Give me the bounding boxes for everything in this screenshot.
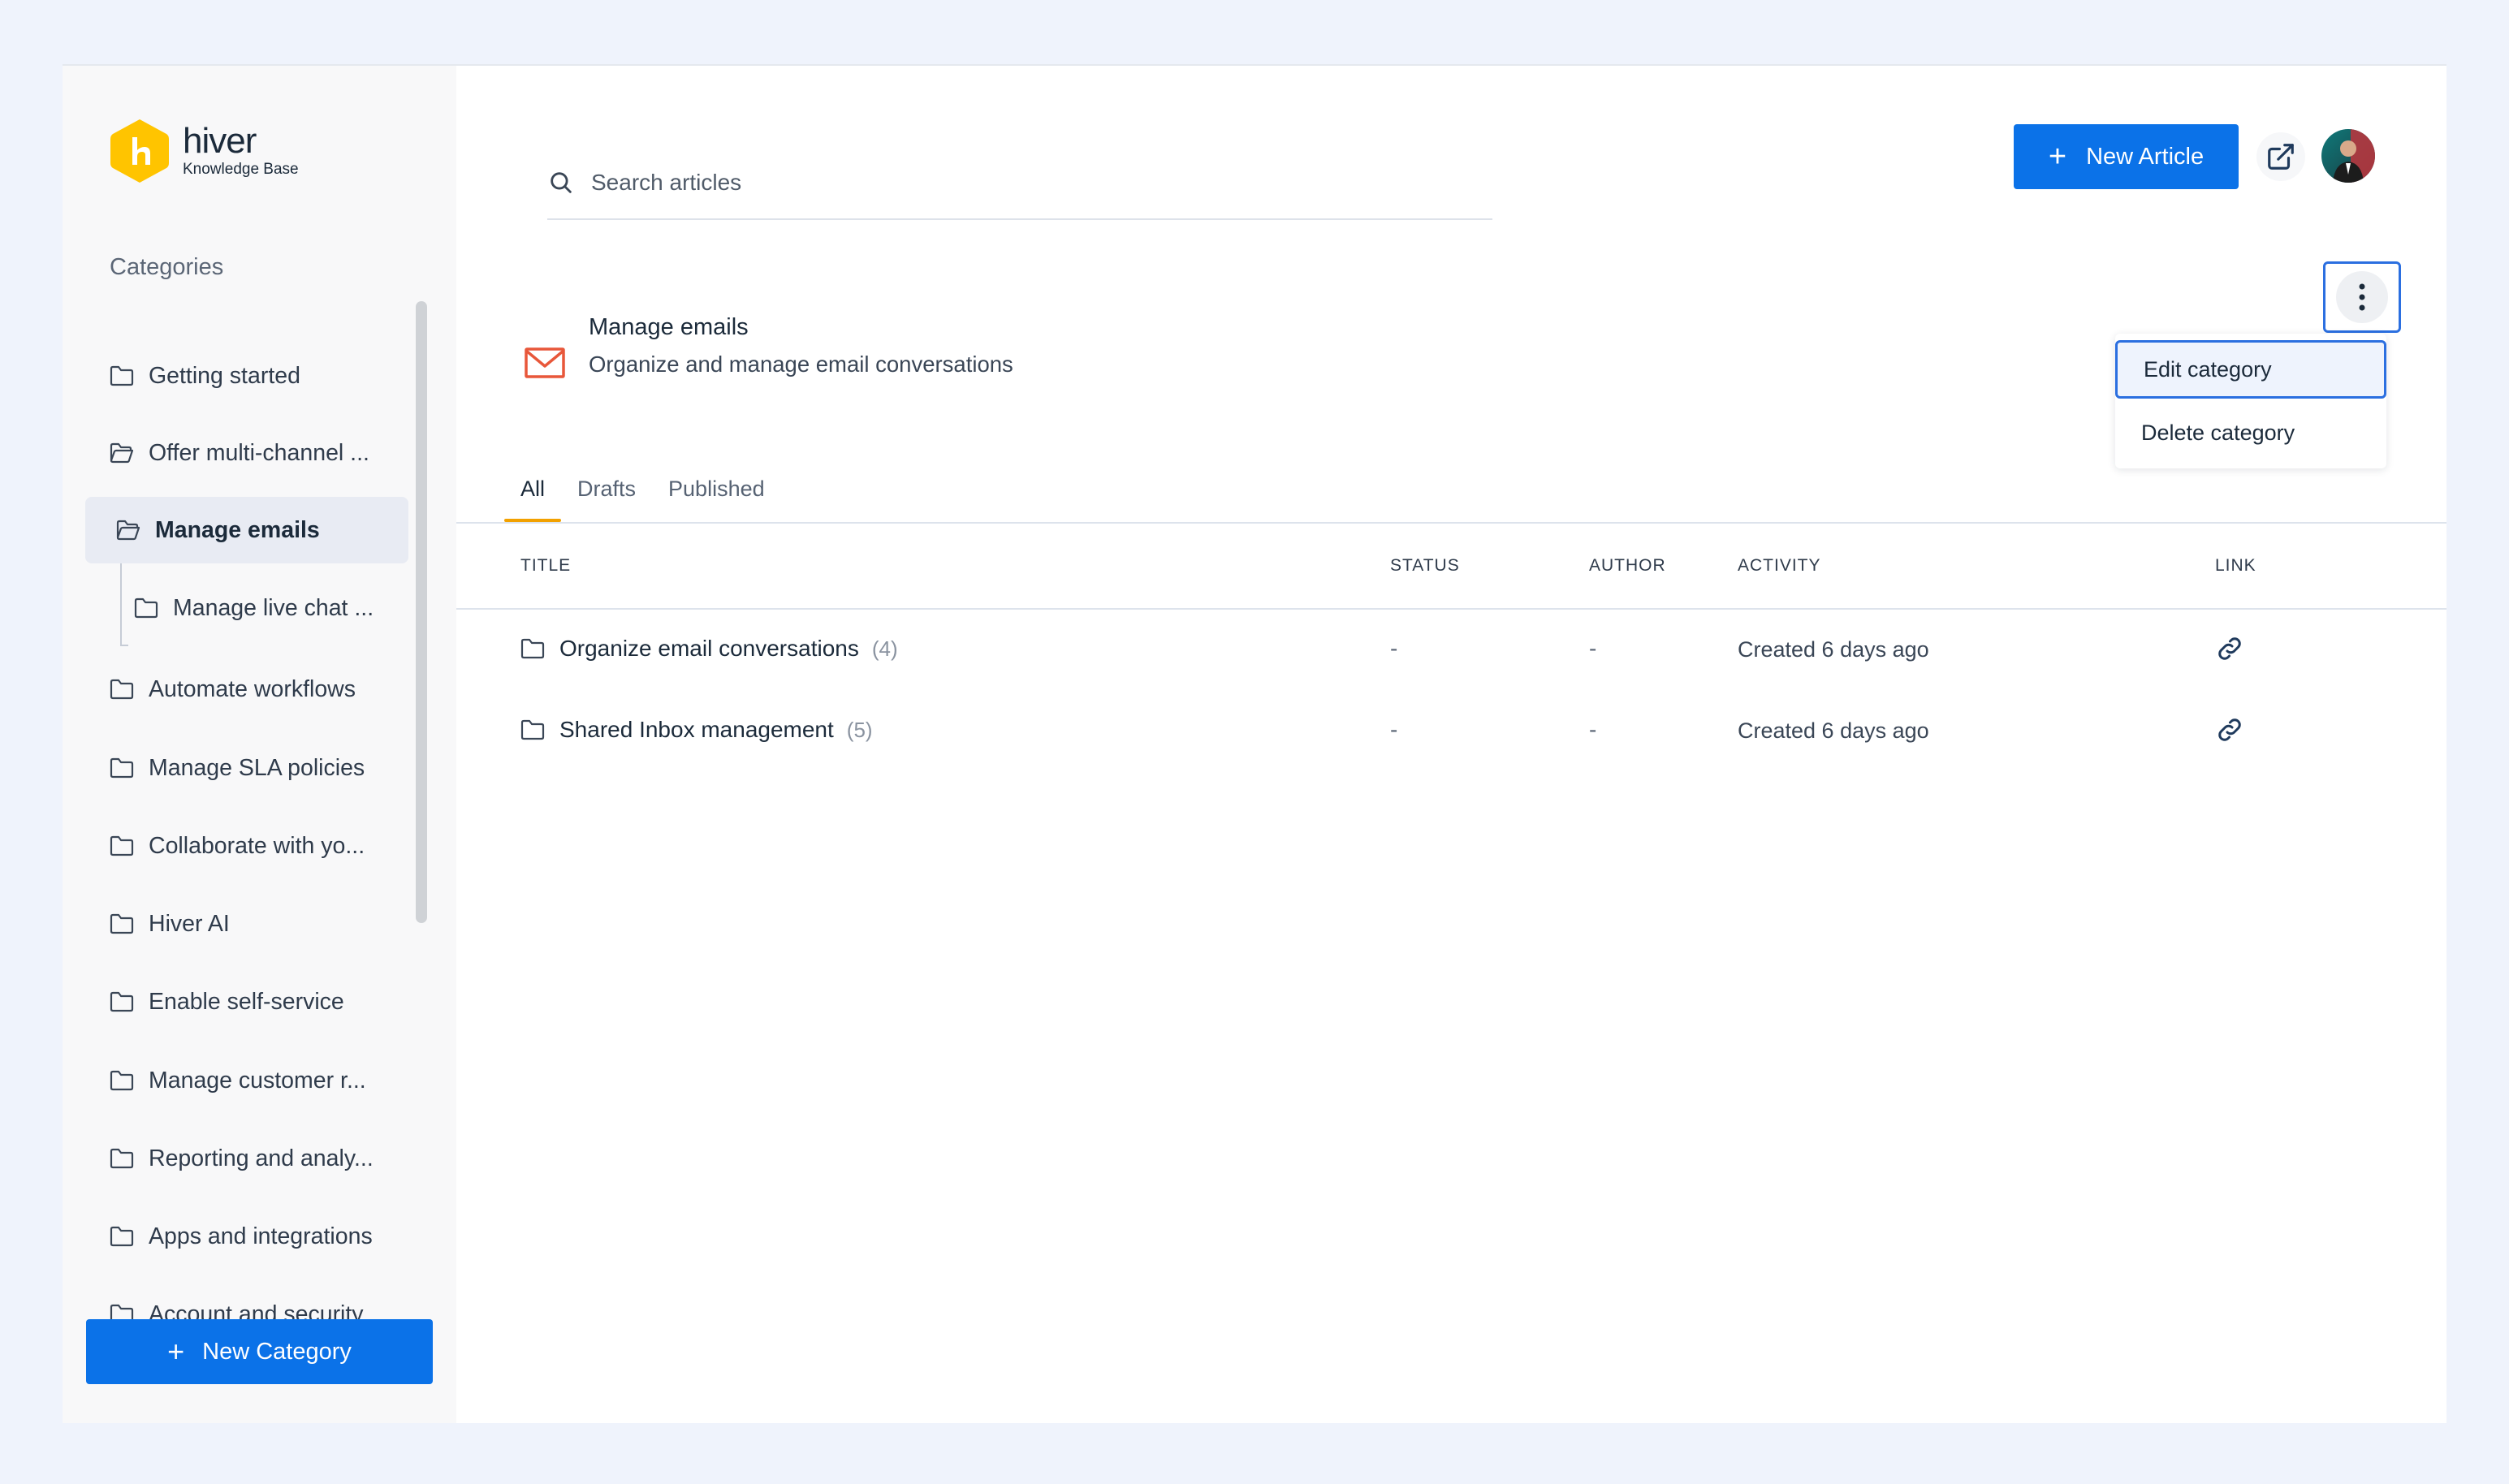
link-icon xyxy=(2218,637,2241,660)
table-header: TITLE STATUS AUTHOR ACTIVITY LINK xyxy=(456,524,2446,610)
folder-icon xyxy=(110,913,134,934)
sidebar-item-manage-emails[interactable]: Manage emails xyxy=(85,497,408,563)
folder-icon xyxy=(110,991,134,1012)
brand-subtitle: Knowledge Base xyxy=(183,161,299,178)
row-status: - xyxy=(1390,636,1398,661)
folder-icon xyxy=(110,1226,134,1247)
row-article-count: (5) xyxy=(846,717,873,742)
categories-heading: Categories xyxy=(110,254,224,280)
plus-icon: + xyxy=(2048,139,2067,174)
hiver-logo-icon xyxy=(110,119,169,183)
sidebar-item-manage-sla-policies[interactable]: Manage SLA policies xyxy=(103,735,407,801)
folder-icon xyxy=(520,719,545,740)
row-title-cell[interactable]: Organize email conversations (4) xyxy=(520,636,898,662)
new-article-button[interactable]: + New Article xyxy=(2014,124,2239,189)
sidebar-item-apps-and-integrations[interactable]: Apps and integrations xyxy=(103,1203,407,1270)
row-author: - xyxy=(1589,636,1597,661)
column-author[interactable]: AUTHOR xyxy=(1589,556,1666,576)
tree-connector-hook xyxy=(120,645,128,646)
folder-icon xyxy=(134,597,158,619)
mail-icon xyxy=(525,347,565,378)
external-link-icon xyxy=(2268,144,2294,170)
app-window: hiver Knowledge Base Categories Getting … xyxy=(63,64,2446,1423)
folder-icon xyxy=(110,757,134,779)
sidebar-item-label: Manage emails xyxy=(155,516,320,543)
new-article-label: New Article xyxy=(2086,143,2205,170)
category-options-menu: Edit category Delete category xyxy=(2115,334,2386,468)
row-status: - xyxy=(1390,717,1398,742)
avatar-image xyxy=(2321,129,2375,183)
row-author: - xyxy=(1589,717,1597,742)
folder-icon xyxy=(110,1148,134,1169)
search-input[interactable] xyxy=(591,170,1403,196)
category-options-button[interactable] xyxy=(2323,261,2401,333)
row-title[interactable]: Shared Inbox management xyxy=(559,717,834,743)
row-title[interactable]: Organize email conversations xyxy=(559,636,859,662)
row-link-button[interactable] xyxy=(2215,634,2244,669)
sidebar-item-label: Manage SLA policies xyxy=(149,754,365,781)
sidebar-item-manage-live-chat[interactable]: Manage live chat ... xyxy=(127,575,407,641)
sidebar: hiver Knowledge Base Categories Getting … xyxy=(63,66,456,1423)
tab-published[interactable]: Published xyxy=(668,455,765,522)
user-avatar[interactable] xyxy=(2321,129,2375,183)
row-link-button[interactable] xyxy=(2215,715,2244,750)
row-activity: Created 6 days ago xyxy=(1738,637,1929,662)
sidebar-item-label: Enable self-service xyxy=(149,988,344,1015)
folder-icon xyxy=(110,835,134,856)
sidebar-item-collaborate-with-yo[interactable]: Collaborate with yo... xyxy=(103,813,407,879)
folder-open-icon xyxy=(116,520,140,541)
sidebar-item-automate-workflows[interactable]: Automate workflows xyxy=(103,656,407,723)
scrollbar-thumb[interactable] xyxy=(416,301,427,923)
tab-drafts[interactable]: Drafts xyxy=(577,455,636,522)
row-activity: Created 6 days ago xyxy=(1738,718,1929,743)
table-row[interactable]: Organize email conversations (4) - - Cre… xyxy=(456,611,2446,692)
new-category-label: New Category xyxy=(202,1338,352,1365)
category-title: Manage emails xyxy=(589,314,749,340)
table-row[interactable]: Shared Inbox management (5) - - Created … xyxy=(456,692,2446,774)
sidebar-item-hiver-ai[interactable]: Hiver AI xyxy=(103,891,407,957)
sidebar-item-enable-self-service[interactable]: Enable self-service xyxy=(103,968,407,1035)
category-description: Organize and manage email conversations xyxy=(589,352,1013,377)
search-bar xyxy=(547,147,1492,220)
folder-icon xyxy=(520,638,545,659)
link-icon xyxy=(2218,718,2241,741)
search-icon xyxy=(551,172,572,193)
brand-logo[interactable]: hiver Knowledge Base xyxy=(110,118,299,184)
open-external-button[interactable] xyxy=(2256,132,2305,181)
sidebar-item-label: Offer multi-channel ... xyxy=(149,439,369,466)
sidebar-item-label: Collaborate with yo... xyxy=(149,832,365,859)
sidebar-item-label: Manage customer r... xyxy=(149,1067,366,1094)
delete-category-menu-item[interactable]: Delete category xyxy=(2115,403,2386,462)
sidebar-item-getting-started[interactable]: Getting started xyxy=(103,343,407,409)
sidebar-item-label: Getting started xyxy=(149,362,300,389)
row-article-count: (4) xyxy=(871,636,898,661)
new-category-button[interactable]: + New Category xyxy=(86,1319,433,1384)
row-title-cell[interactable]: Shared Inbox management (5) xyxy=(520,717,873,743)
column-activity[interactable]: ACTIVITY xyxy=(1738,556,1821,576)
brand-name: hiver xyxy=(183,121,257,161)
folder-icon xyxy=(110,365,134,386)
sidebar-item-label: Hiver AI xyxy=(149,910,230,937)
article-tabs: All Drafts Published xyxy=(503,455,797,522)
plus-icon: + xyxy=(167,1335,185,1368)
tab-all[interactable]: All xyxy=(503,455,562,522)
sidebar-item-manage-customer-r[interactable]: Manage customer r... xyxy=(103,1047,407,1114)
column-link: LINK xyxy=(2215,556,2256,575)
sidebar-item-label: Apps and integrations xyxy=(149,1223,373,1249)
sidebar-scrollbar[interactable] xyxy=(414,236,427,1357)
sidebar-item-offer-multi-channel[interactable]: Offer multi-channel ... xyxy=(103,420,407,486)
sidebar-item-label: Manage live chat ... xyxy=(173,594,374,621)
folder-icon xyxy=(110,679,134,700)
column-status[interactable]: STATUS xyxy=(1390,556,1460,576)
category-header: Manage emails Organize and manage email … xyxy=(524,311,1013,381)
column-title[interactable]: TITLE xyxy=(520,556,571,576)
sidebar-item-label: Reporting and analy... xyxy=(149,1145,374,1171)
more-vertical-icon xyxy=(2359,283,2365,311)
edit-category-menu-item[interactable]: Edit category xyxy=(2115,340,2386,399)
sidebar-item-label: Automate workflows xyxy=(149,675,356,702)
sidebar-item-reporting-and-analy[interactable]: Reporting and analy... xyxy=(103,1125,407,1192)
folder-icon xyxy=(110,1070,134,1091)
folder-open-icon xyxy=(110,442,134,464)
